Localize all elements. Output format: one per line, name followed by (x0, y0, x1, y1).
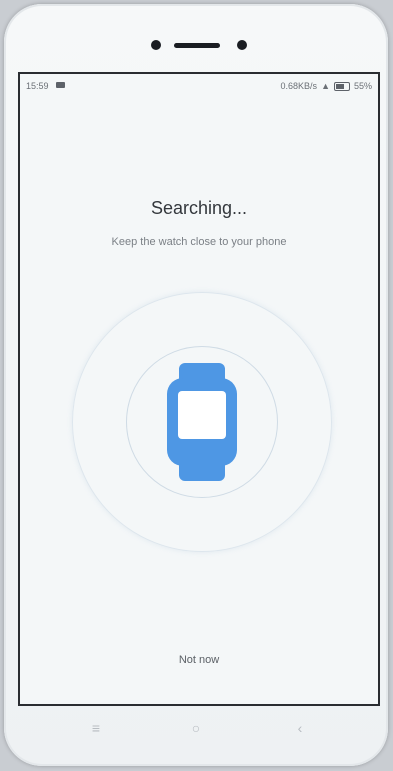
speaker-icon (174, 43, 220, 48)
battery-icon (333, 81, 350, 91)
camera-icon (237, 40, 247, 50)
network-speed: 0.68KB/s (280, 81, 318, 91)
phone-device: 15:59 0.68KB/s ▲ 55% Searching... Keep t… (4, 4, 388, 766)
page-title: Searching... (150, 198, 248, 218)
page-subtitle: Keep the watch close to your phone (111, 236, 287, 248)
watch-icon (163, 363, 241, 481)
status-time: 15:59 (26, 81, 49, 91)
status-indicators: 0.68KB/s ▲ 55% (281, 81, 372, 91)
navigation-bar: ≡ ○ ‹ (14, 710, 376, 750)
not-now-button[interactable]: Not now (20, 654, 378, 666)
back-icon[interactable]: ‹ (288, 720, 312, 736)
phone-screen: 15:59 0.68KB/s ▲ 55% Searching... Keep t… (18, 72, 380, 706)
battery-percent: 55% (353, 81, 372, 91)
status-bar: 15:59 0.68KB/s ▲ 55% (20, 74, 378, 96)
video-icon (56, 82, 65, 88)
signal-icon: ▲ (321, 81, 330, 91)
watch-face (178, 391, 226, 439)
sensor-icon (151, 40, 161, 50)
menu-icon[interactable]: ≡ (84, 720, 108, 736)
phone-top-bezel (4, 36, 388, 56)
home-icon[interactable]: ○ (184, 720, 208, 736)
